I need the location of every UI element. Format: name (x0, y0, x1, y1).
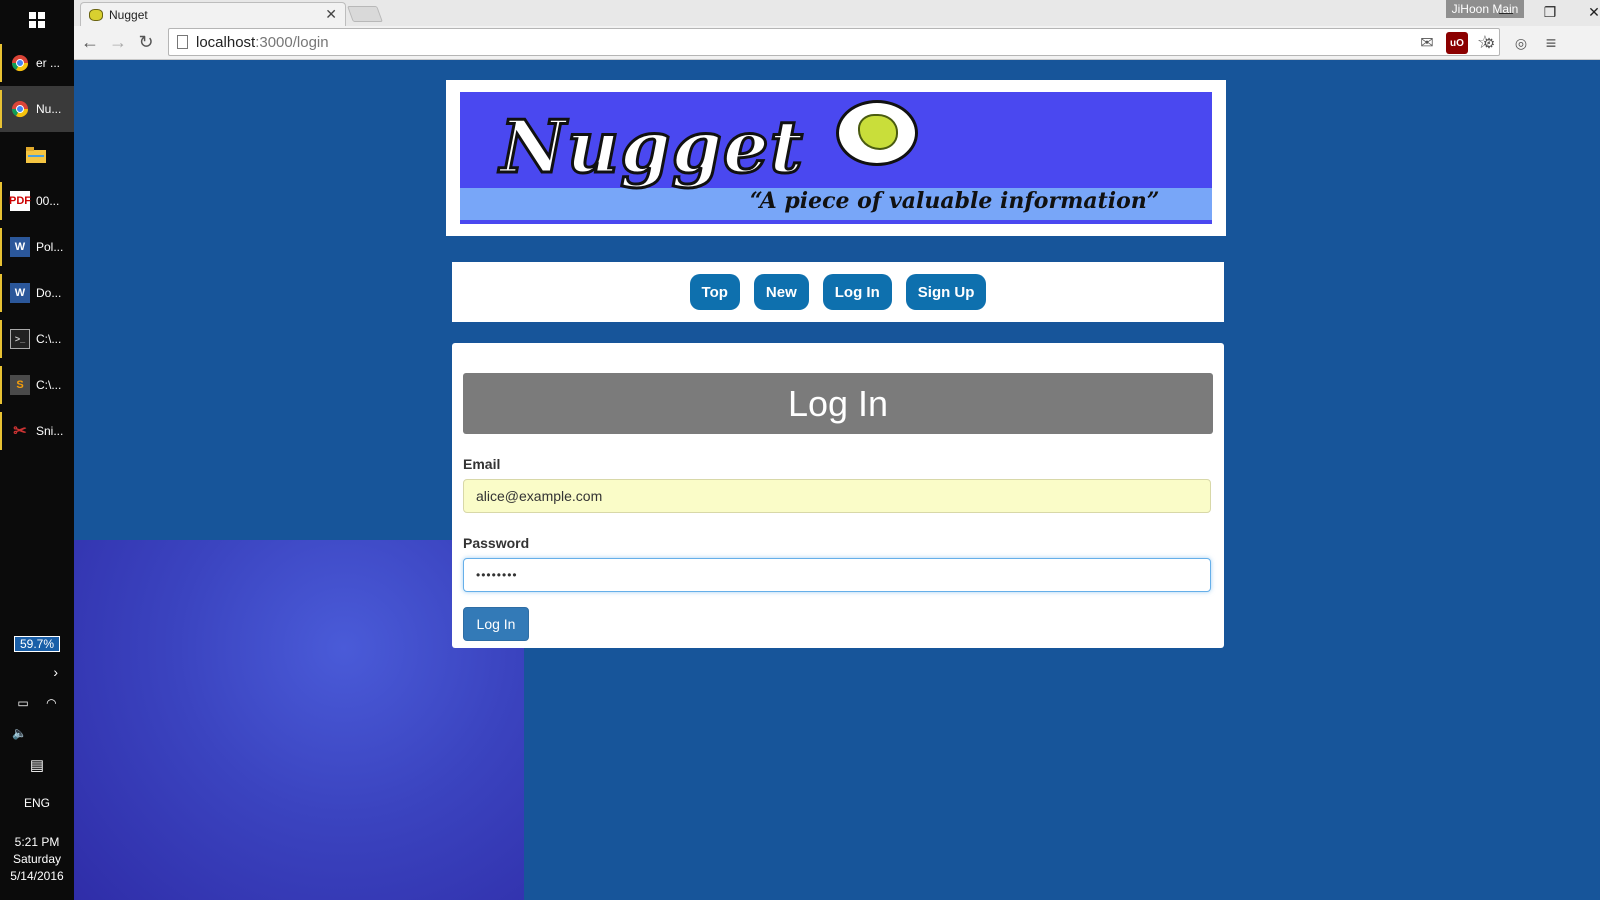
nav-top-button[interactable]: Top (689, 274, 740, 310)
taskbar-item-label: Sni... (36, 424, 64, 438)
chrome-icon (10, 99, 30, 119)
address-bar[interactable]: localhost:3000/login ☆ (168, 28, 1500, 56)
active-indicator (0, 90, 2, 128)
new-tab-button[interactable] (347, 6, 383, 22)
file-explorer-icon (26, 145, 46, 165)
nav-login-button[interactable]: Log In (822, 274, 892, 310)
ublock-extension-icon[interactable]: uO (1446, 32, 1468, 54)
taskbar-item-chrome-2[interactable]: Nu... (0, 86, 74, 132)
tray-icons: ▭ ◠ (0, 696, 74, 710)
clock-day: Saturday (12, 852, 62, 866)
action-center-icon[interactable]: ▤ (0, 756, 74, 774)
browser-toolbar: ← → ↻ localhost:3000/login ☆ ✉ uO ⚙ ◎ ≡ (74, 26, 1600, 60)
url-path: :3000/login (255, 33, 329, 51)
gmail-extension-icon[interactable]: ✉ (1416, 32, 1438, 54)
chrome-menu-icon[interactable]: ≡ (1540, 32, 1562, 54)
taskbar-item-chrome-1[interactable]: er ... (0, 40, 74, 86)
reload-icon[interactable]: ↻ (134, 30, 158, 54)
header-card: Nugget “A piece of valuable information” (446, 80, 1226, 236)
nav-bar: Top New Log In Sign Up (452, 262, 1224, 322)
taskbar-item-label: Nu... (36, 102, 62, 116)
clock-date: 5/14/2016 (10, 869, 64, 883)
active-indicator (0, 320, 2, 358)
taskbar-item-pdf[interactable]: PDF 00... (0, 178, 74, 224)
back-arrow-icon[interactable]: ← (78, 30, 102, 54)
tagline: “A piece of valuable information” (750, 188, 1160, 214)
taskbar-item-word-2[interactable]: W Do... (0, 270, 74, 316)
password-field[interactable]: •••••••• (463, 558, 1211, 592)
taskbar-item-label: Pol... (36, 240, 64, 254)
show-hidden-icons-chevron-icon[interactable]: › (0, 664, 74, 680)
page-icon (177, 35, 188, 49)
chrome-icon (10, 53, 30, 73)
tab-title: Nugget (109, 7, 148, 22)
windows-start-button[interactable] (0, 0, 74, 40)
email-field[interactable]: alice@example.com (463, 479, 1211, 513)
active-indicator (0, 182, 2, 220)
battery-indicator[interactable]: 59.7% (0, 636, 74, 652)
logo-text: Nugget (499, 103, 805, 191)
active-indicator (0, 412, 2, 450)
clock[interactable]: 5:21 PM Saturday 5/14/2016 (0, 834, 74, 885)
extension-off-icon[interactable]: ⚙ (1478, 32, 1500, 54)
nav-new-button[interactable]: New (753, 274, 809, 310)
taskbar-item-word-1[interactable]: W Pol... (0, 224, 74, 270)
taskbar-item-file-explorer[interactable] (0, 132, 74, 178)
nav-signup-button[interactable]: Sign Up (905, 274, 987, 310)
nugget-banner-logo[interactable]: Nugget “A piece of valuable information” (460, 92, 1212, 224)
restore-icon[interactable]: ❐ (1528, 0, 1572, 24)
volume-icon[interactable]: 🔈 (0, 726, 74, 740)
taskbar-item-label: 00... (36, 194, 60, 208)
taskbar-item-label: C:\... (36, 378, 62, 392)
forward-arrow-icon[interactable]: → (106, 30, 130, 54)
battery-icon[interactable]: ▭ (17, 696, 28, 710)
terminal-icon: >_ (10, 329, 30, 349)
login-submit-button[interactable]: Log In (463, 607, 529, 641)
browser-chrome: Nugget ✕ JiHoon Main — ❐ ✕ ← → ↻ localho… (74, 0, 1600, 60)
email-label: Email (463, 456, 501, 472)
taskbar-item-snipping-tool[interactable]: ✂ Sni... (0, 408, 74, 454)
taskbar-item-terminal[interactable]: >_ C:\... (0, 316, 74, 362)
nugget-favicon-icon (89, 8, 103, 21)
taskbar-item-label: er ... (36, 56, 61, 70)
active-indicator (0, 44, 2, 82)
word-icon: W (10, 237, 30, 257)
snipping-tool-icon: ✂ (13, 423, 27, 440)
extension-globe-icon[interactable]: ◎ (1510, 32, 1532, 54)
pdf-icon: PDF (9, 191, 31, 211)
login-form: Log In Email alice@example.com Password … (452, 343, 1224, 648)
active-indicator (0, 366, 2, 404)
nugget-icon (858, 114, 898, 150)
language-indicator[interactable]: ENG (0, 796, 74, 810)
taskbar-item-sublime[interactable]: S C:\... (0, 362, 74, 408)
windows-logo-icon (29, 12, 45, 28)
close-window-icon[interactable]: ✕ (1572, 0, 1600, 24)
url-host: localhost (196, 33, 256, 51)
browser-tab-nugget[interactable]: Nugget ✕ (80, 2, 346, 26)
password-label: Password (463, 535, 530, 551)
battery-percent: 59.7% (13, 636, 61, 652)
active-indicator (0, 274, 2, 312)
tab-strip: Nugget ✕ JiHoon Main — ❐ ✕ (74, 0, 1600, 26)
clock-time: 5:21 PM (14, 835, 60, 849)
word-icon: W (10, 283, 30, 303)
taskbar-item-label: Do... (36, 286, 62, 300)
active-indicator (0, 228, 2, 266)
sublime-icon: S (10, 375, 30, 395)
minimize-icon[interactable]: — (1484, 0, 1528, 24)
page-title: Log In (463, 373, 1213, 434)
wifi-icon[interactable]: ◠ (46, 696, 56, 710)
windows-taskbar: er ... Nu... PDF 00... W Pol... W Do... … (0, 0, 74, 900)
close-tab-icon[interactable]: ✕ (325, 6, 337, 23)
taskbar-item-label: C:\... (36, 332, 62, 346)
